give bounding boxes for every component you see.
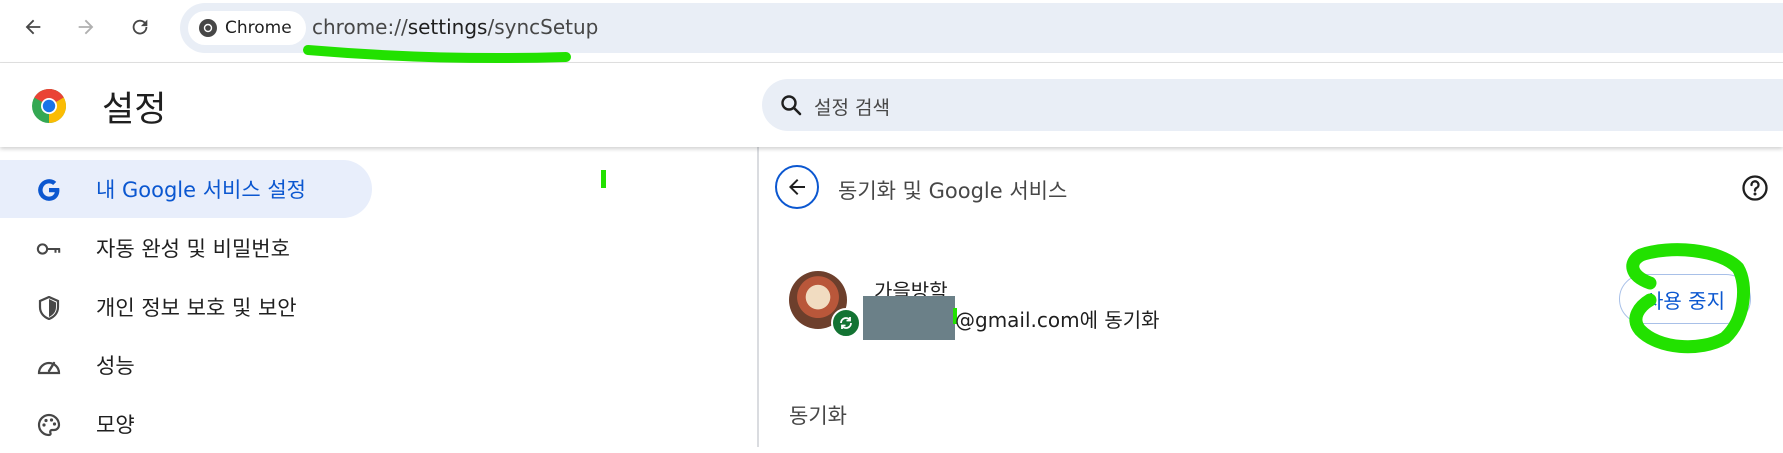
turn-off-sync-button[interactable]: 사용 중지 [1619,274,1751,324]
reload-icon [132,19,148,35]
reload-button[interactable] [123,10,157,44]
sidebar-item-appearance[interactable]: 모양 [0,395,372,453]
browser-toolbar: Chrome chrome://settings/syncSetup [0,0,1783,57]
site-info-chip[interactable]: Chrome [188,11,306,45]
sidebar-item-label: 모양 [96,413,135,437]
chrome-logo-icon [32,89,66,123]
back-arrow-icon [789,179,805,195]
annotation-mark [601,170,606,188]
search-input[interactable]: 설정 검색 [814,93,890,120]
key-icon [36,236,62,262]
back-button[interactable] [16,10,50,44]
sync-status-badge [831,308,861,338]
back-arrow-icon [25,19,41,35]
forward-arrow-icon [78,19,94,35]
back-to-settings-button[interactable] [775,165,819,209]
page-title: 설정 [102,90,167,130]
google-g-icon [36,177,62,203]
address-bar[interactable]: Chrome chrome://settings/syncSetup [180,3,1783,53]
chrome-logo-icon [199,19,217,37]
account-email: @gmail.com에 동기화 [955,308,1160,332]
sync-heading: 동기화 [789,404,847,428]
settings-header: 설정 설정 검색 [0,63,1783,147]
sidebar-item-label: 개인 정보 보호 및 보안 [96,296,297,320]
speedometer-icon [36,353,62,379]
url-path: /syncSetup [487,15,599,39]
sidebar-item-label: 성능 [96,354,135,378]
url-scheme: chrome:// [312,15,408,39]
forward-button[interactable] [69,10,103,44]
search-icon [781,95,802,116]
site-chip-label: Chrome [225,18,292,38]
url-text: chrome://settings/syncSetup [312,15,598,39]
help-icon[interactable] [1741,174,1769,202]
sidebar-item-privacy[interactable]: 개인 정보 보호 및 보안 [0,278,372,336]
palette-icon [36,412,62,438]
sync-settings-card: 동기화 및 Google 서비스 가을방학 @gmail.com에 동기화 사용… [757,147,1783,447]
settings-sidebar: 내 Google 서비스 설정 자동 완성 및 비밀번호 개인 정보 보호 및 … [0,147,760,447]
url-host: settings [407,15,488,39]
redacted-email [863,296,955,340]
shield-icon [36,295,62,321]
sidebar-item-autofill[interactable]: 자동 완성 및 비밀번호 [0,219,372,277]
sidebar-item-google-services[interactable]: 내 Google 서비스 설정 [0,160,372,218]
sidebar-item-label: 내 Google 서비스 설정 [96,178,306,202]
settings-search[interactable]: 설정 검색 [762,79,1783,131]
sidebar-item-label: 자동 완성 및 비밀번호 [96,237,290,261]
sidebar-item-performance[interactable]: 성능 [0,336,372,394]
sync-icon [840,317,852,329]
section-title: 동기화 및 Google 서비스 [838,179,1068,203]
